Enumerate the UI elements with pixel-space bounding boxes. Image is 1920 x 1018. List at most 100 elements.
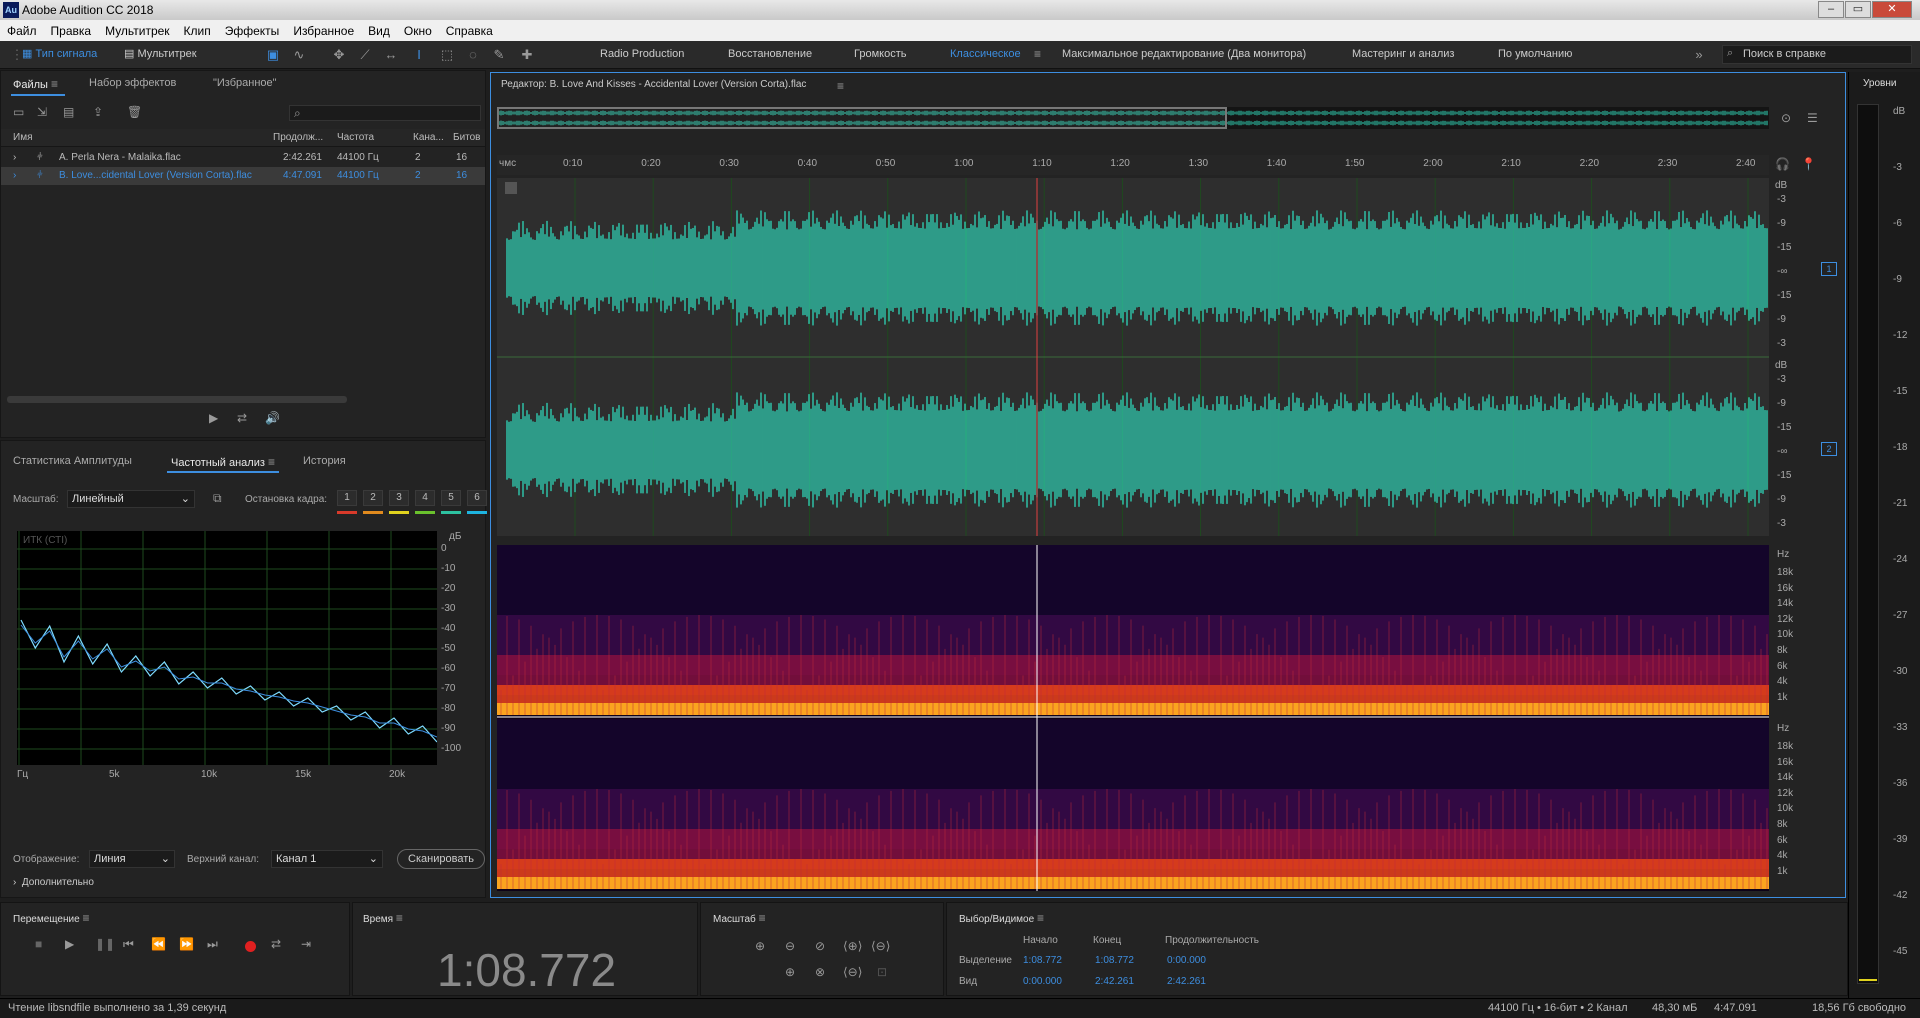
loop-icon[interactable]: ⇄ bbox=[271, 937, 281, 951]
panel-menu-icon[interactable]: ≡ bbox=[837, 79, 844, 93]
view-start-field[interactable]: 0:00.000 bbox=[1023, 976, 1062, 987]
panel-menu-icon[interactable]: ≡ bbox=[82, 911, 89, 925]
maximize-button[interactable]: ▭ bbox=[1845, 1, 1871, 18]
marquee-tool-icon[interactable]: ⬚ bbox=[438, 46, 456, 64]
advanced-toggle[interactable]: › Дополнительно bbox=[13, 877, 94, 888]
files-scrollbar[interactable] bbox=[7, 396, 347, 403]
workspace-tab[interactable]: Мастеринг и анализ bbox=[1352, 45, 1454, 64]
files-search-input[interactable]: ⌕ bbox=[289, 105, 481, 121]
spectrum-display-icon[interactable]: ▣ bbox=[264, 46, 282, 64]
slip-tool-icon[interactable]: ↔ bbox=[382, 46, 400, 64]
skip-start-icon[interactable]: ⏮ bbox=[123, 937, 134, 952]
zoom-out-amplitude-icon[interactable]: ⊖ bbox=[785, 939, 795, 953]
panel-menu-icon[interactable]: ≡ bbox=[759, 911, 766, 925]
menu-item[interactable]: Файл bbox=[7, 24, 37, 38]
overview-bar[interactable] bbox=[496, 107, 1769, 129]
panel-menu-icon[interactable]: ≡ bbox=[1037, 911, 1044, 925]
pitch-display-icon[interactable]: ∿ bbox=[290, 46, 308, 64]
open-file-icon[interactable]: ▭ bbox=[13, 105, 24, 119]
view-duration-field[interactable]: 2:42.261 bbox=[1167, 976, 1206, 987]
file-row[interactable]: › ⫩ A. Perla Nera - Malaika.flac 2:42.26… bbox=[1, 149, 485, 167]
autoplay-icon[interactable]: 🔊 bbox=[265, 411, 280, 425]
insert-icon[interactable]: ⇪ bbox=[93, 105, 103, 119]
tab-favorites[interactable]: "Избранное" bbox=[213, 77, 277, 89]
menu-item[interactable]: Клип bbox=[184, 24, 211, 38]
workspace-tab[interactable]: Максимальное редактирование (Два монитор… bbox=[1062, 45, 1306, 64]
workspace-tab[interactable]: Восстановление bbox=[728, 45, 812, 64]
view-end-field[interactable]: 2:42.261 bbox=[1095, 976, 1134, 987]
selection-start-field[interactable]: 1:08.772 bbox=[1023, 955, 1062, 966]
multitrack-view-button[interactable]: ▤ Мультитрек bbox=[124, 45, 197, 64]
zoom-to-selection-icon[interactable]: ⊙ bbox=[1781, 111, 1791, 125]
razor-tool-icon[interactable]: ⟋ bbox=[356, 46, 374, 64]
record-button[interactable] bbox=[245, 941, 256, 952]
menu-item[interactable]: Избранное bbox=[293, 24, 354, 38]
new-file-icon[interactable]: ▤ bbox=[63, 105, 74, 119]
panel-menu-icon[interactable]: ≡ bbox=[268, 455, 275, 469]
channel-dropdown[interactable]: Канал 1 ⌄ bbox=[271, 850, 383, 868]
workspace-tab[interactable]: По умолчанию bbox=[1498, 45, 1572, 64]
loop-icon[interactable]: ⇄ bbox=[237, 411, 247, 425]
zoom-in-time-icon[interactable]: ⟨⊕⟩ bbox=[843, 939, 862, 953]
window-icon[interactable]: ⧉ bbox=[213, 491, 222, 506]
tab-files[interactable]: Файлы ≡ bbox=[13, 77, 58, 91]
minimize-button[interactable]: – bbox=[1818, 1, 1844, 18]
time-ruler[interactable]: чмс 0:10 0:20 0:30 0:40 0:50 1:00 1:10 1:20 1:30… bbox=[497, 155, 1769, 175]
pause-icon[interactable]: ❚❚ bbox=[95, 937, 115, 951]
brush-tool-icon[interactable]: ✎ bbox=[490, 46, 508, 64]
import-icon[interactable]: ⇲ bbox=[37, 105, 47, 119]
delete-icon[interactable]: 🗑 bbox=[127, 105, 142, 119]
menu-item[interactable]: Окно bbox=[404, 24, 432, 38]
workspace-menu-icon[interactable]: ≡ bbox=[1034, 47, 1041, 61]
skip-end-icon[interactable]: ⏭ bbox=[207, 937, 218, 952]
time-selection-tool-icon[interactable]: I bbox=[410, 46, 428, 64]
spectrogram[interactable] bbox=[497, 545, 1769, 891]
freeze-slot-button[interactable]: 5 bbox=[441, 490, 461, 506]
view-options-icon[interactable]: ☰ bbox=[1807, 111, 1818, 125]
play-icon[interactable]: ▶ bbox=[65, 937, 74, 951]
zoom-reset-icon[interactable]: ⊡ bbox=[877, 965, 887, 979]
col-name[interactable]: Имя bbox=[13, 132, 32, 143]
skip-selection-icon[interactable]: ⇥ bbox=[301, 937, 311, 951]
col-rate[interactable]: Частота bbox=[337, 132, 374, 143]
channel-badge[interactable]: 2 bbox=[1821, 442, 1837, 456]
freeze-slot-button[interactable]: 1 bbox=[337, 490, 357, 506]
menu-item[interactable]: Мультитрек bbox=[105, 24, 169, 38]
zoom-out-time-icon[interactable]: ⟨⊖⟩ bbox=[871, 939, 890, 953]
expand-icon[interactable]: › bbox=[13, 149, 16, 167]
tab-amplitude-stats[interactable]: Статистика Амплитуды bbox=[13, 455, 132, 467]
hud-icon[interactable] bbox=[505, 182, 517, 194]
zoom-selection-icon[interactable]: ⊕ bbox=[785, 965, 795, 979]
rewind-icon[interactable]: ⏪ bbox=[151, 937, 166, 951]
expand-icon[interactable]: › bbox=[13, 167, 16, 185]
lasso-tool-icon[interactable]: ◌ bbox=[464, 46, 482, 64]
col-duration[interactable]: Продолж... bbox=[273, 132, 323, 143]
freeze-slot-button[interactable]: 2 bbox=[363, 490, 383, 506]
more-workspaces-icon[interactable]: » bbox=[1690, 46, 1708, 64]
stop-icon[interactable]: ■ bbox=[35, 937, 42, 951]
tab-frequency-analysis[interactable]: Частотный анализ ≡ bbox=[171, 455, 275, 469]
menu-item[interactable]: Правка bbox=[51, 24, 92, 38]
workspace-tab[interactable]: Классическое bbox=[950, 45, 1021, 64]
waveform-view-button[interactable]: ▦ Тип сигнала bbox=[22, 45, 97, 64]
headphones-icon[interactable]: 🎧 bbox=[1775, 157, 1790, 171]
file-row-selected[interactable]: › ⫩ B. Love...cidental Lover (Version Co… bbox=[1, 167, 485, 185]
channel-badge[interactable]: 1 bbox=[1821, 262, 1837, 276]
zoom-out-full-icon[interactable]: ⊘ bbox=[815, 939, 825, 953]
freeze-slot-button[interactable]: 6 bbox=[467, 490, 487, 506]
pin-icon[interactable]: 📍 bbox=[1801, 157, 1816, 171]
healing-tool-icon[interactable]: ✚ bbox=[518, 46, 536, 64]
freeze-slot-button[interactable]: 3 bbox=[389, 490, 409, 506]
zoom-out-point-icon[interactable]: ⟨⊖⟩ bbox=[843, 965, 862, 979]
col-channels[interactable]: Кана... bbox=[413, 132, 444, 143]
tab-history[interactable]: История bbox=[303, 455, 346, 467]
panel-menu-icon[interactable]: ≡ bbox=[51, 77, 58, 91]
freeze-slot-button[interactable]: 4 bbox=[415, 490, 435, 506]
zoom-in-point-icon[interactable]: ⊗ bbox=[815, 965, 825, 979]
scale-dropdown[interactable]: Линейный ⌄ bbox=[67, 490, 195, 508]
zoom-in-amplitude-icon[interactable]: ⊕ bbox=[755, 939, 765, 953]
workspace-tab[interactable]: Radio Production bbox=[600, 45, 684, 64]
waveform-area[interactable] bbox=[497, 178, 1769, 536]
move-tool-icon[interactable]: ✥ bbox=[330, 46, 348, 64]
col-bits[interactable]: Битов bbox=[453, 132, 481, 143]
